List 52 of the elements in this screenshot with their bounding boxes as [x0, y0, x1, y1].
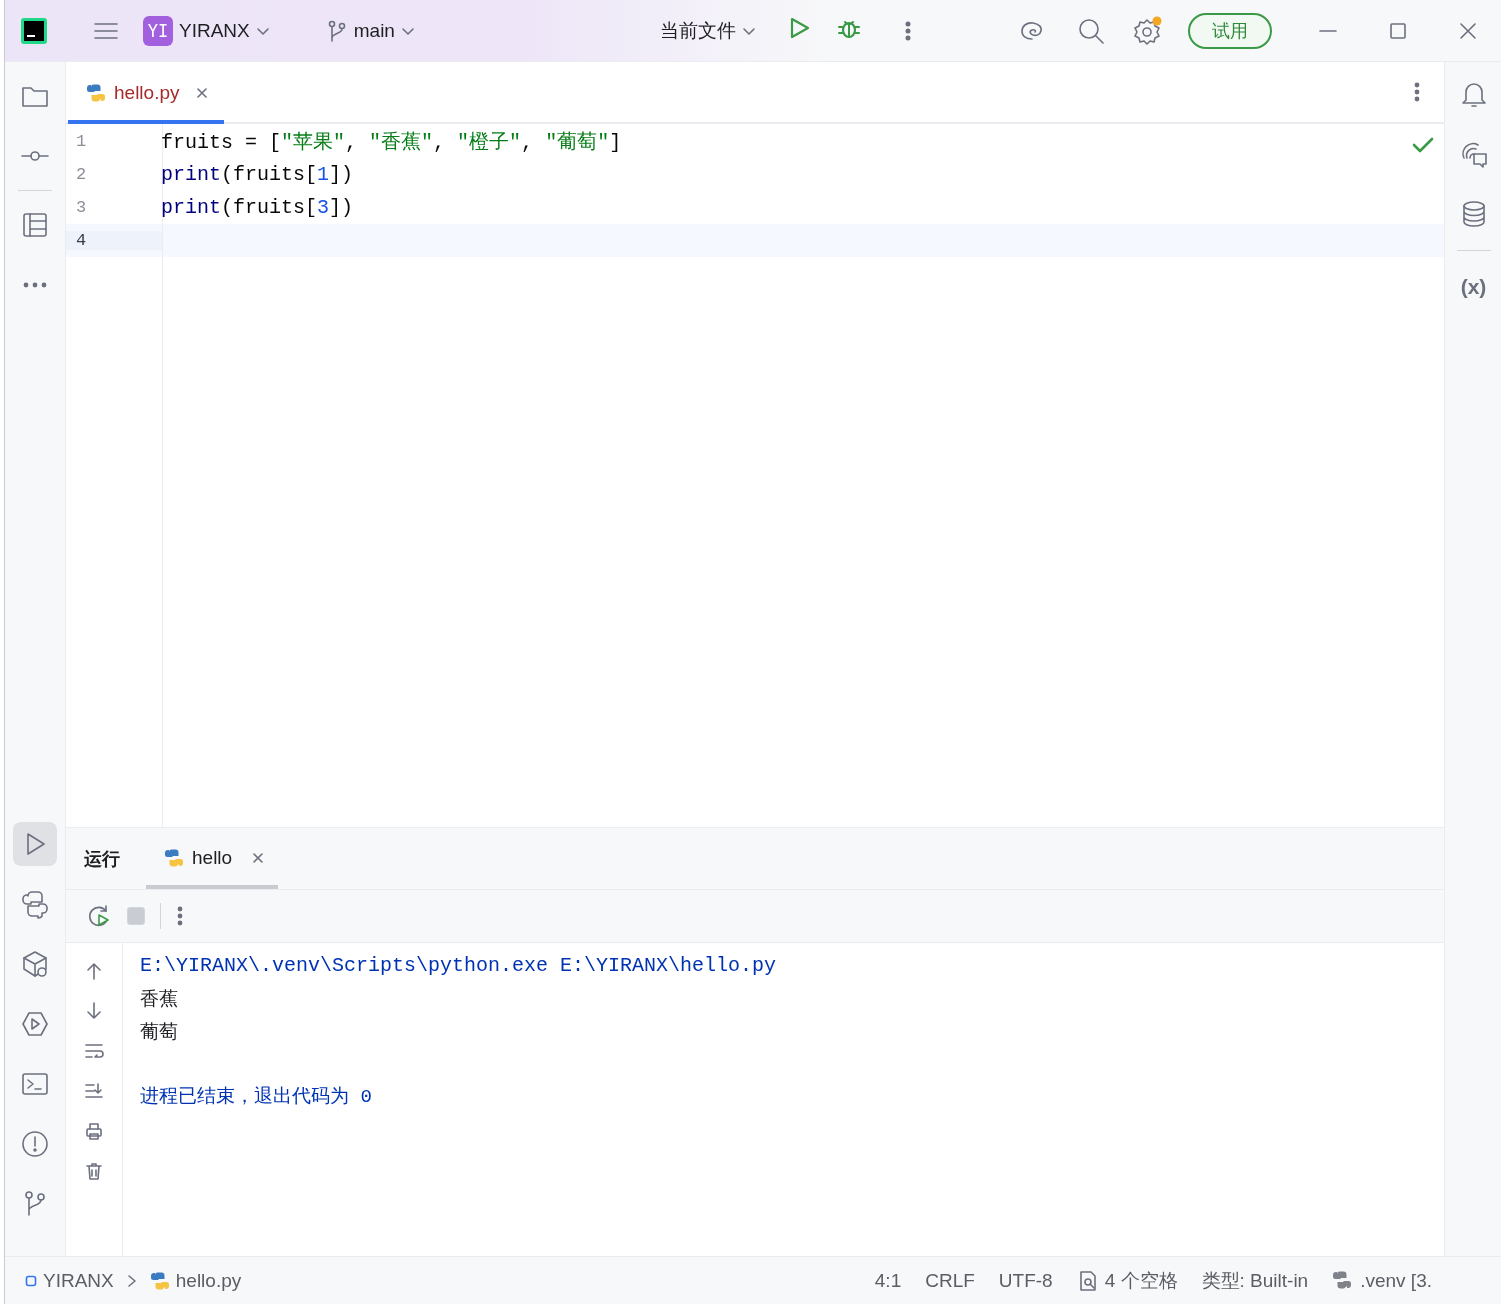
line-number: 1	[74, 132, 88, 151]
run-config-selector[interactable]: 当前文件	[652, 13, 764, 48]
close-icon[interactable]	[195, 87, 208, 99]
console-line: 葡萄	[140, 1020, 179, 1044]
project-selector[interactable]: YI YIRANX	[135, 11, 278, 50]
close-icon[interactable]	[252, 852, 265, 864]
module-icon	[25, 1274, 37, 1287]
maximize-icon[interactable]	[1388, 20, 1408, 41]
interpreter-selector[interactable]: .venv [3.	[1332, 1269, 1432, 1292]
python-file-icon	[86, 83, 106, 103]
app-logo	[21, 17, 47, 44]
scroll-down-icon[interactable]	[84, 1001, 104, 1021]
code-line: print(fruits[1])	[161, 163, 354, 186]
check-icon	[1412, 136, 1434, 154]
python-file-icon	[149, 1270, 170, 1291]
more-icon[interactable]	[1412, 80, 1422, 104]
console-line: 香蕉	[140, 987, 179, 1011]
project-badge: YI	[143, 15, 173, 46]
code-line: print(fruits[3])	[161, 196, 354, 219]
caret-position[interactable]: 4:1	[874, 1269, 902, 1292]
indent-setting[interactable]: 4 个空格	[1076, 1267, 1178, 1294]
settings-icon[interactable]	[1132, 14, 1164, 47]
console-line: 进程已结束，退出代码为 0	[140, 1085, 373, 1110]
trial-button[interactable]: 试用	[1188, 12, 1272, 49]
python-file-icon	[164, 848, 184, 868]
problems-icon	[19, 1128, 51, 1160]
file-type[interactable]: 类型: Built-in	[1201, 1267, 1309, 1294]
scroll-to-end-icon[interactable]	[84, 1081, 104, 1101]
breadcrumb[interactable]: YIRANX	[25, 1269, 114, 1292]
line-number: 2	[74, 165, 88, 184]
breadcrumb[interactable]: hello.py	[149, 1269, 242, 1292]
chevron-right-icon	[125, 1273, 138, 1288]
file-encoding[interactable]: UTF-8	[998, 1269, 1053, 1292]
print-icon[interactable]	[84, 1121, 104, 1141]
code-line: fruits = ["苹果", "香蕉", "橙子", "葡萄"]	[161, 130, 622, 155]
branch-selector[interactable]: main	[317, 14, 423, 47]
rerun-icon[interactable]	[86, 903, 112, 929]
line-number: 3	[74, 198, 88, 217]
panel-title: 运行	[84, 847, 120, 871]
python-icon	[19, 888, 51, 920]
more-icon	[23, 282, 47, 288]
variables-tool-button[interactable]: (x)	[1451, 265, 1496, 309]
console-line: E:\YIRANX\.venv\Scripts\python.exe E:\YIRANX\hello.py	[140, 953, 777, 979]
file-tab[interactable]: hello.py	[68, 66, 224, 124]
run-tool-button[interactable]	[13, 822, 57, 866]
trash-icon[interactable]	[84, 1161, 104, 1181]
scroll-up-icon[interactable]	[84, 961, 104, 981]
soft-wrap-icon[interactable]	[84, 1041, 104, 1061]
line-separator[interactable]: CRLF	[925, 1269, 975, 1292]
line-number: 4	[66, 231, 163, 250]
more-icon[interactable]	[175, 904, 185, 928]
close-icon[interactable]	[1458, 20, 1478, 41]
